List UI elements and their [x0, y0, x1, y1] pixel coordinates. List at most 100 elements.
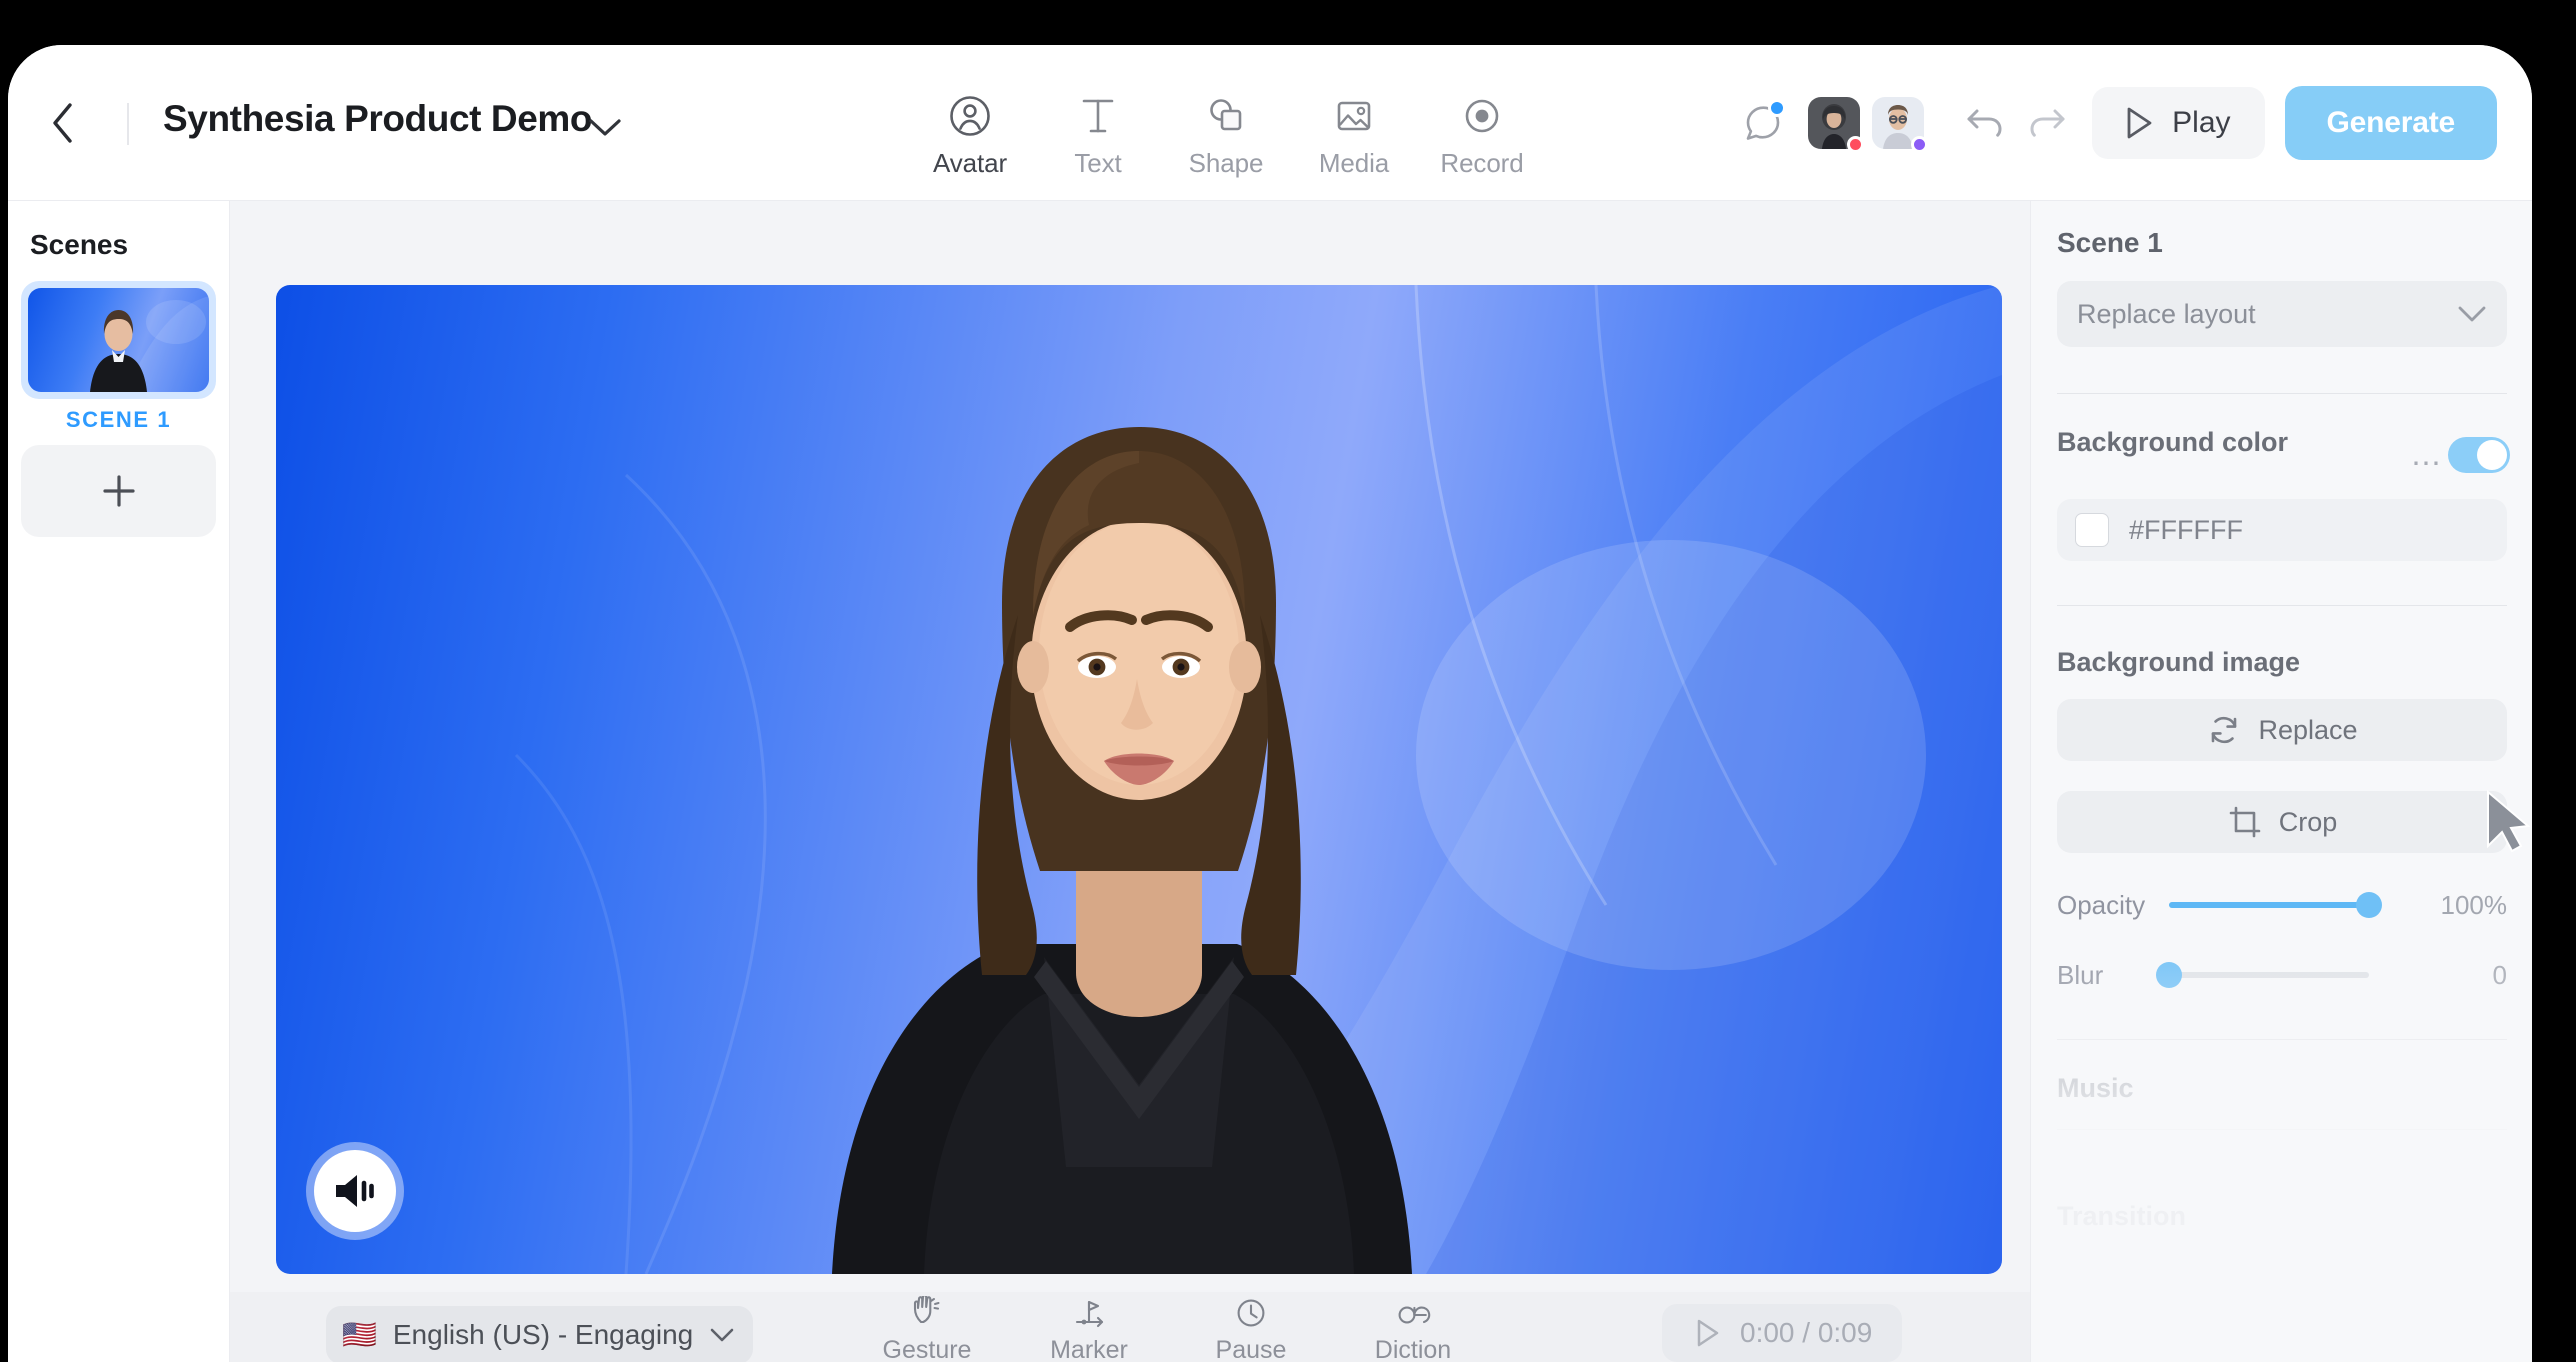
clock-pause-icon — [1234, 1296, 1268, 1330]
replace-layout-label: Replace layout — [2077, 298, 2256, 329]
opacity-slider[interactable] — [2169, 892, 2382, 918]
blur-value: 0 — [2492, 959, 2507, 990]
tool-record-label: Record — [1440, 148, 1524, 178]
background-color-section-label: Background color — [2057, 427, 2289, 457]
opacity-value: 100% — [2440, 889, 2508, 920]
tool-media-label: Media — [1318, 148, 1390, 178]
video-canvas[interactable] — [276, 285, 2002, 1274]
avatar[interactable] — [1872, 97, 1929, 153]
undo-button[interactable] — [1954, 92, 2016, 154]
properties-divider — [2057, 393, 2507, 394]
tool-pause-label: Pause — [1215, 1336, 1287, 1362]
generate-button-label: Generate — [2326, 106, 2456, 139]
scenes-sidebar: Scenes SCENE 1 — [8, 201, 230, 1362]
tool-shape[interactable]: Shape — [1162, 93, 1290, 201]
blur-slider[interactable] — [2156, 962, 2369, 988]
insert-toolbar: Avatar Text Shape Media Record — [906, 93, 1546, 201]
play-triangle-icon — [1697, 1319, 1719, 1347]
properties-scene-title: Scene 1 — [2057, 227, 2163, 258]
blur-slider-knob[interactable] — [2156, 962, 2182, 988]
replace-layout-dropdown[interactable]: Replace layout — [2057, 281, 2507, 347]
add-scene-button[interactable] — [21, 445, 216, 537]
music-section-label[interactable]: Music — [2057, 1073, 2134, 1104]
replace-background-label: Replace — [2258, 714, 2358, 745]
speaker-volume-icon — [336, 1175, 374, 1207]
tool-avatar-label: Avatar — [932, 148, 1008, 178]
tool-pause[interactable]: Pause — [1170, 1292, 1332, 1362]
script-tool-group: Gesture Marker Pause Diction — [846, 1292, 1494, 1362]
generate-button[interactable]: Generate — [2284, 86, 2497, 160]
chevron-down-icon — [2458, 306, 2486, 322]
tool-record[interactable]: Record — [1418, 93, 1546, 201]
properties-divider — [2057, 1129, 2507, 1130]
script-bottom-bar: 🇺🇸 English (US) - Engaging Gesture Marke… — [230, 1292, 2030, 1362]
play-button-label: Play — [2172, 106, 2231, 139]
header-divider — [127, 103, 129, 145]
replace-background-button[interactable]: Replace — [2057, 699, 2507, 761]
playback-time-label: 0:00 / 0:09 — [1740, 1317, 1873, 1348]
background-image-overflow-menu[interactable]: ⋯ — [2411, 449, 2444, 479]
playback-time-control[interactable]: 0:00 / 0:09 — [1662, 1304, 1903, 1362]
collaborator-1-status-dot — [1847, 136, 1865, 153]
ae-ligature-diction-icon — [1394, 1296, 1432, 1330]
refresh-cycle-icon — [2212, 716, 2237, 744]
avatar-person-circle-icon — [948, 93, 992, 139]
redo-button[interactable] — [2016, 92, 2078, 154]
properties-divider — [2057, 605, 2507, 606]
scene-1-label: SCENE 1 — [65, 407, 172, 432]
opacity-slider-knob[interactable] — [2356, 892, 2382, 918]
background-color-swatch[interactable] — [2075, 513, 2109, 547]
collaborator-2-status-dot — [1911, 136, 1929, 153]
background-color-input[interactable]: #FFFFFF — [2057, 499, 2507, 561]
opacity-slider-row: Opacity 100% — [2057, 885, 2507, 925]
chevron-down-icon — [710, 1328, 734, 1342]
redo-arrow-icon — [2030, 109, 2065, 137]
tool-avatar[interactable]: Avatar — [906, 93, 1034, 201]
hand-gesture-icon — [910, 1296, 944, 1330]
app-header: Synthesia Product Demo Avatar Text Shape… — [8, 45, 2532, 201]
crop-background-button[interactable]: Crop — [2057, 791, 2507, 853]
tool-marker[interactable]: Marker — [1008, 1292, 1170, 1362]
tool-media[interactable]: Media — [1290, 93, 1418, 201]
language-voice-label: English (US) - Engaging — [392, 1319, 694, 1350]
record-dot-circle-icon — [1460, 93, 1504, 139]
flag-icon: 🇺🇸 — [342, 1319, 377, 1350]
crop-icon — [2229, 806, 2261, 838]
tool-marker-label: Marker — [1050, 1336, 1128, 1362]
app-window: Synthesia Product Demo Avatar Text Shape… — [8, 45, 2532, 1362]
scenes-panel-title: Scenes — [30, 229, 129, 260]
text-t-icon — [1077, 93, 1119, 139]
tool-gesture[interactable]: Gesture — [846, 1292, 1008, 1362]
background-image-toggle[interactable] — [2448, 437, 2510, 473]
blur-label: Blur — [2057, 959, 2104, 990]
play-button[interactable]: Play — [2092, 87, 2265, 159]
tool-text-label: Text — [1074, 148, 1122, 178]
chevron-left-icon — [53, 103, 72, 143]
scene-properties-panel: Scene 1 Replace layout Background color … — [2030, 201, 2532, 1362]
chevron-down-icon — [589, 119, 621, 136]
canvas-area — [230, 201, 2030, 1362]
transition-section-label[interactable]: Transition — [2057, 1201, 2186, 1232]
tool-shape-label: Shape — [1188, 148, 1264, 178]
comments-button[interactable] — [1734, 94, 1792, 152]
sidebar-item-scene-1[interactable] — [21, 281, 216, 399]
undo-arrow-icon — [1967, 109, 2002, 137]
toggle-knob — [2477, 440, 2507, 470]
avatar[interactable] — [1808, 97, 1865, 153]
panel-fade-overlay — [2031, 932, 2532, 1362]
language-voice-selector[interactable]: 🇺🇸 English (US) - Engaging — [326, 1306, 754, 1362]
opacity-slider-fill — [2169, 902, 2369, 908]
tool-gesture-label: Gesture — [882, 1336, 972, 1362]
screen-root: Synthesia Product Demo Avatar Text Shape… — [0, 0, 2576, 1362]
header-right-cluster: Play Generate — [1734, 86, 2497, 160]
title-dropdown-button[interactable] — [584, 107, 626, 149]
tool-diction[interactable]: Diction — [1332, 1292, 1494, 1362]
back-button[interactable] — [35, 96, 89, 150]
audio-toggle-button[interactable] — [314, 1150, 396, 1232]
scene-1-thumbnail — [28, 288, 209, 392]
blur-slider-row: Blur 0 — [2057, 955, 2507, 995]
play-triangle-icon — [2127, 107, 2152, 139]
tool-text[interactable]: Text — [1034, 93, 1162, 201]
shape-circle-square-icon — [1204, 93, 1248, 139]
avatar-presenter — [832, 427, 1412, 1274]
